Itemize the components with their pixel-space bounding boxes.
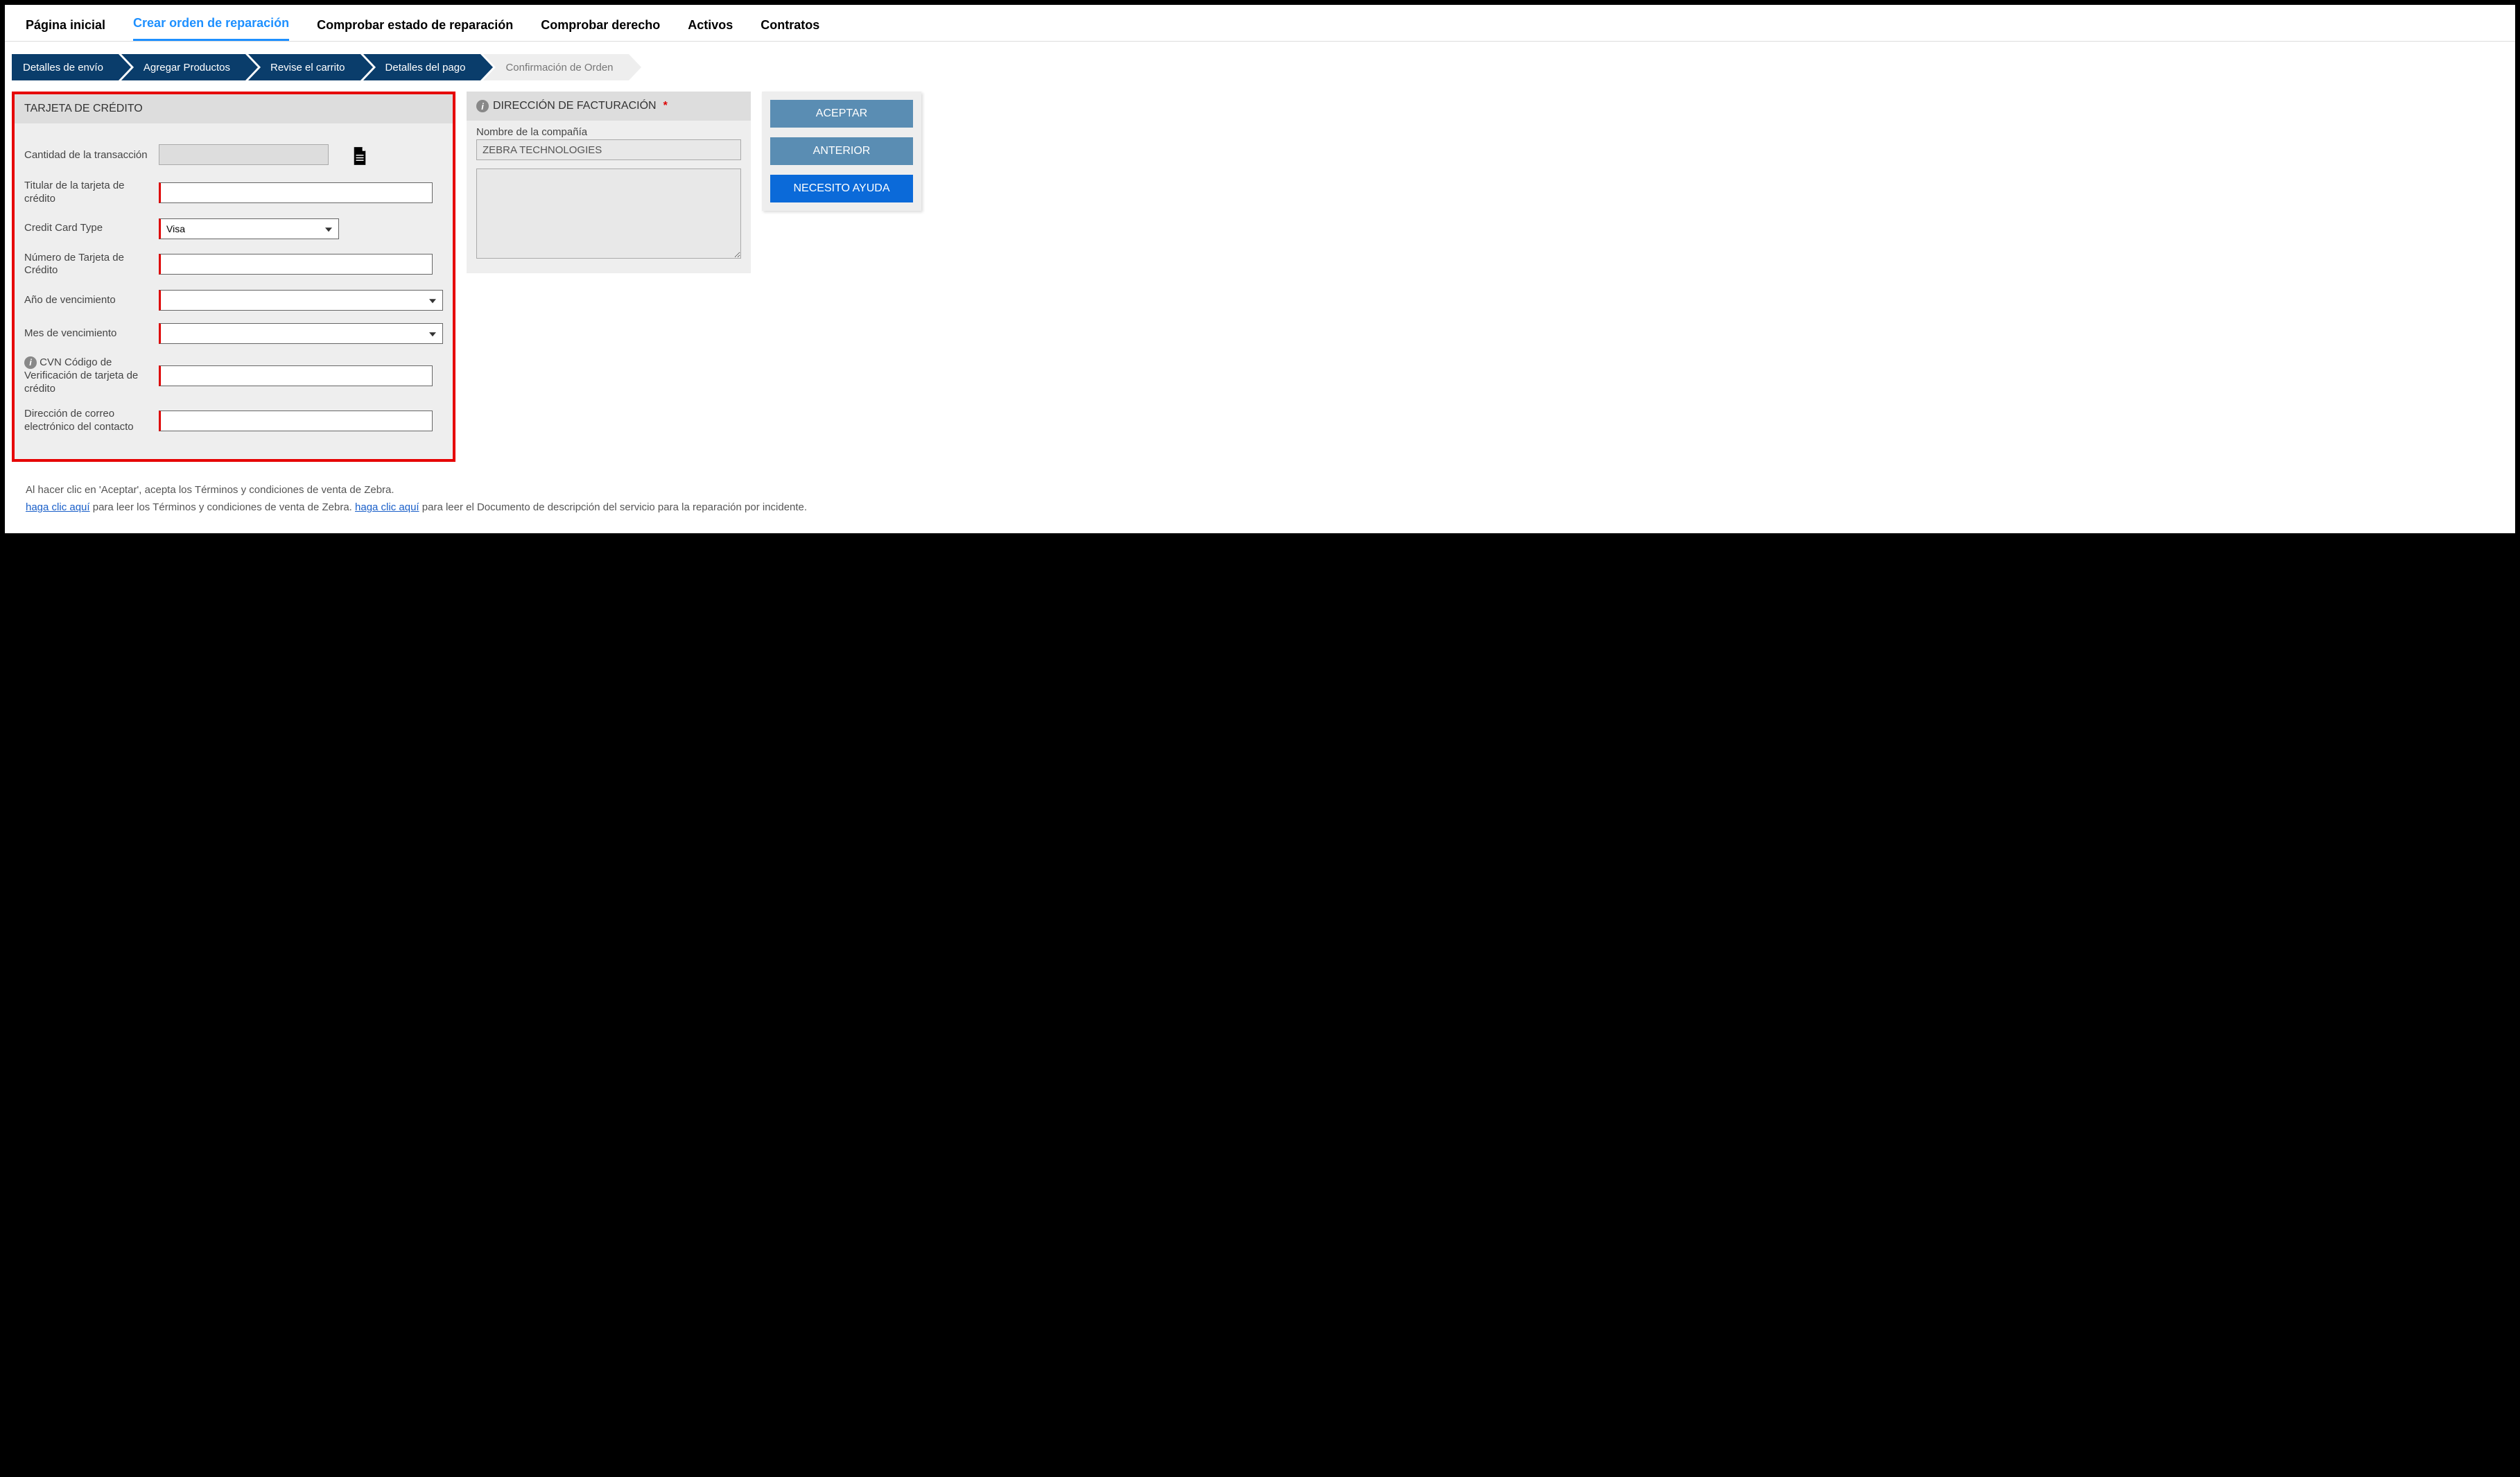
amount-readonly: [159, 144, 329, 165]
service-desc-link[interactable]: haga clic aquí: [355, 501, 419, 513]
info-icon[interactable]: i: [476, 100, 489, 112]
email-input[interactable]: [159, 411, 433, 431]
row-cvn: i CVN Código de Verificación de tarjeta …: [24, 356, 443, 395]
label-ccnumber: Número de Tarjeta de Crédito: [24, 252, 149, 278]
label-expmonth: Mes de vencimiento: [24, 327, 149, 340]
terms-link[interactable]: haga clic aquí: [26, 501, 90, 513]
required-asterisk: *: [663, 100, 668, 112]
billing-panel-body: Nombre de la compañía: [467, 121, 751, 273]
row-expmonth: Mes de vencimiento: [24, 323, 443, 344]
label-cvn: i CVN Código de Verificación de tarjeta …: [24, 356, 149, 395]
credit-card-panel: TARJETA DE CRÉDITO Cantidad de la transa…: [12, 92, 455, 462]
step-add-products[interactable]: Agregar Productos: [121, 54, 245, 80]
ccnumber-input[interactable]: [159, 254, 433, 275]
billing-panel: i DIRECCIÓN DE FACTURACIÓN * Nombre de l…: [467, 92, 751, 273]
billing-panel-header: i DIRECCIÓN DE FACTURACIÓN *: [467, 92, 751, 121]
cctype-select[interactable]: Visa: [159, 218, 339, 239]
company-input[interactable]: [476, 139, 741, 160]
previous-button[interactable]: ANTERIOR: [770, 137, 913, 165]
tab-check-status[interactable]: Comprobar estado de reparación: [317, 14, 513, 41]
footer-text: Al hacer clic en 'Aceptar', acepta los T…: [5, 469, 2515, 533]
row-email: Dirección de correo electrónico del cont…: [24, 408, 443, 434]
cvn-input[interactable]: [159, 365, 433, 386]
accept-button[interactable]: ACEPTAR: [770, 100, 913, 128]
step-payment[interactable]: Detalles del pago: [363, 54, 481, 80]
label-company: Nombre de la compañía: [476, 126, 741, 138]
step-shipping[interactable]: Detalles de envío: [12, 54, 119, 80]
expmonth-select[interactable]: [159, 323, 443, 344]
footer-line2-mid: para leer los Términos y condiciones de …: [90, 501, 355, 513]
label-holder: Titular de la tarjeta de crédito: [24, 180, 149, 206]
step-confirmation: Confirmación de Orden: [483, 54, 628, 80]
billing-address-textarea[interactable]: [476, 169, 741, 259]
row-cctype: Credit Card Type Visa: [24, 218, 443, 239]
row-expyear: Año de vencimiento: [24, 290, 443, 311]
holder-input[interactable]: [159, 182, 433, 203]
row-holder: Titular de la tarjeta de crédito: [24, 180, 443, 206]
row-amount: Cantidad de la transacción: [24, 144, 443, 167]
tab-contracts[interactable]: Contratos: [761, 14, 819, 41]
tab-home[interactable]: Página inicial: [26, 14, 105, 41]
tab-assets[interactable]: Activos: [688, 14, 733, 41]
tab-check-entitlement[interactable]: Comprobar derecho: [541, 14, 660, 41]
label-cvn-text: CVN Código de Verificación de tarjeta de…: [24, 356, 138, 395]
page-root: Página inicial Crear orden de reparación…: [4, 4, 2516, 534]
info-icon[interactable]: i: [24, 356, 37, 369]
tab-create-order[interactable]: Crear orden de reparación: [133, 12, 289, 41]
row-ccnumber: Número de Tarjeta de Crédito: [24, 252, 443, 278]
expyear-select[interactable]: [159, 290, 443, 311]
label-email: Dirección de correo electrónico del cont…: [24, 408, 149, 434]
wizard-steps: Detalles de envío Agregar Productos Revi…: [12, 54, 2508, 80]
main-area: TARJETA DE CRÉDITO Cantidad de la transa…: [5, 87, 2515, 469]
label-expyear: Año de vencimiento: [24, 294, 149, 307]
footer-line2: haga clic aquí para leer los Términos y …: [26, 499, 2494, 517]
label-amount: Cantidad de la transacción: [24, 149, 149, 162]
top-nav: Página inicial Crear orden de reparación…: [5, 5, 2515, 42]
footer-line2-end: para leer el Documento de descripción de…: [419, 501, 807, 513]
billing-panel-title: DIRECCIÓN DE FACTURACIÓN: [493, 100, 657, 112]
step-review-cart[interactable]: Revise el carrito: [248, 54, 360, 80]
credit-card-panel-title: TARJETA DE CRÉDITO: [15, 94, 453, 123]
credit-card-panel-body: Cantidad de la transacción Titular de la…: [15, 123, 453, 459]
label-cctype: Credit Card Type: [24, 222, 149, 235]
footer-line1: Al hacer clic en 'Aceptar', acepta los T…: [26, 481, 2494, 499]
help-button[interactable]: NECESITO AYUDA: [770, 175, 913, 202]
document-icon[interactable]: [352, 147, 367, 165]
action-buttons: ACEPTAR ANTERIOR NECESITO AYUDA: [762, 92, 921, 211]
